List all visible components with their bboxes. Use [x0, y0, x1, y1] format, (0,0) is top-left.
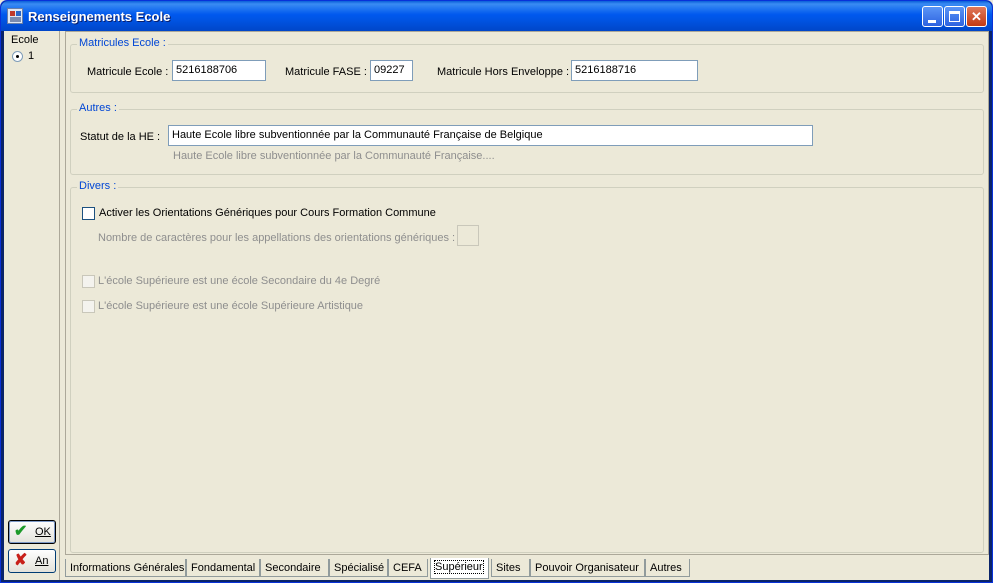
ok-button[interactable]: ✔ OK	[8, 520, 56, 544]
cancel-button-label: An	[35, 555, 49, 567]
window-title: Renseignements Ecole	[28, 9, 171, 24]
minimize-icon	[928, 20, 936, 23]
statut-he-hint: Haute Ecole libre subventionnée par la C…	[173, 150, 495, 162]
tab-secondaire[interactable]: Secondaire	[260, 559, 329, 577]
maximize-button[interactable]	[944, 6, 965, 27]
matricule-ecole-input[interactable]: 5216188706	[172, 60, 266, 81]
minimize-button[interactable]	[922, 6, 943, 27]
matricules-group-title: Matricules Ecole :	[77, 37, 168, 49]
divers-group-title: Divers :	[77, 180, 119, 192]
secondaire-4e-degre-checkbox[interactable]	[82, 275, 95, 288]
tab-autres[interactable]: Autres	[645, 559, 690, 577]
checkmark-icon: ✔	[14, 523, 28, 540]
tab-specialise[interactable]: Spécialisé	[329, 559, 388, 577]
nombre-caracteres-input[interactable]	[457, 225, 479, 246]
matricule-fase-input[interactable]: 09227	[370, 60, 413, 81]
nombre-caracteres-label: Nombre de caractères pour les appellatio…	[98, 232, 456, 244]
title-bar[interactable]: Renseignements Ecole ✕	[1, 1, 992, 31]
tab-pouvoir-organisateur[interactable]: Pouvoir Organisateur	[530, 559, 645, 577]
autres-group-title: Autres :	[77, 102, 119, 114]
ecole-label: Ecole	[11, 34, 39, 46]
statut-he-label: Statut de la HE :	[80, 131, 161, 143]
tab-strip: Informations Générales Fondamental Secon…	[65, 556, 989, 580]
matricules-group: Matricules Ecole : Matricule Ecole : 521…	[70, 37, 984, 93]
activer-orientations-checkbox[interactable]	[82, 207, 95, 220]
statut-he-input[interactable]: Haute Ecole libre subventionnée par la C…	[168, 125, 813, 146]
ecole-radio-label: 1	[28, 50, 35, 62]
divers-group: Divers : Activer les Orientations Généri…	[70, 180, 984, 553]
tab-cefa[interactable]: CEFA	[388, 559, 428, 577]
matricule-fase-label: Matricule FASE :	[285, 66, 367, 78]
tab-fondamental[interactable]: Fondamental	[186, 559, 260, 577]
tab-superieur[interactable]: Supérieur	[430, 558, 489, 579]
tab-informations-generales[interactable]: Informations Générales	[65, 559, 186, 577]
autres-group: Autres : Statut de la HE : Haute Ecole l…	[70, 102, 984, 175]
close-icon: ✕	[971, 9, 982, 24]
superieure-artistique-checkbox[interactable]	[82, 300, 95, 313]
matricule-ecole-label: Matricule Ecole :	[87, 66, 169, 78]
cross-icon: ✘	[14, 552, 28, 569]
activer-orientations-label: Activer les Orientations Génériques pour…	[99, 207, 436, 219]
matricule-hors-enveloppe-label: Matricule Hors Enveloppe :	[437, 66, 570, 78]
ecole-radio[interactable]	[12, 51, 23, 62]
app-icon	[7, 8, 23, 24]
close-button[interactable]: ✕	[966, 6, 987, 27]
main-panel: Matricules Ecole : Matricule Ecole : 521…	[65, 31, 989, 555]
maximize-icon	[949, 11, 960, 22]
left-panel: Ecole 1 ✔ OK ✘ An	[4, 31, 60, 580]
ok-button-label: OK	[35, 526, 51, 538]
client-area: Ecole 1 ✔ OK ✘ An Matricules Ecole : Mat…	[4, 31, 989, 580]
tab-sites[interactable]: Sites	[491, 559, 530, 577]
matricule-hors-enveloppe-input[interactable]: 5216188716	[571, 60, 698, 81]
secondaire-4e-degre-label: L'école Supérieure est une école Seconda…	[98, 275, 381, 287]
cancel-button[interactable]: ✘ An	[8, 549, 56, 573]
superieure-artistique-label: L'école Supérieure est une école Supérie…	[98, 300, 364, 312]
app-window: Renseignements Ecole ✕ Ecole 1 ✔ OK ✘ An	[0, 0, 993, 583]
